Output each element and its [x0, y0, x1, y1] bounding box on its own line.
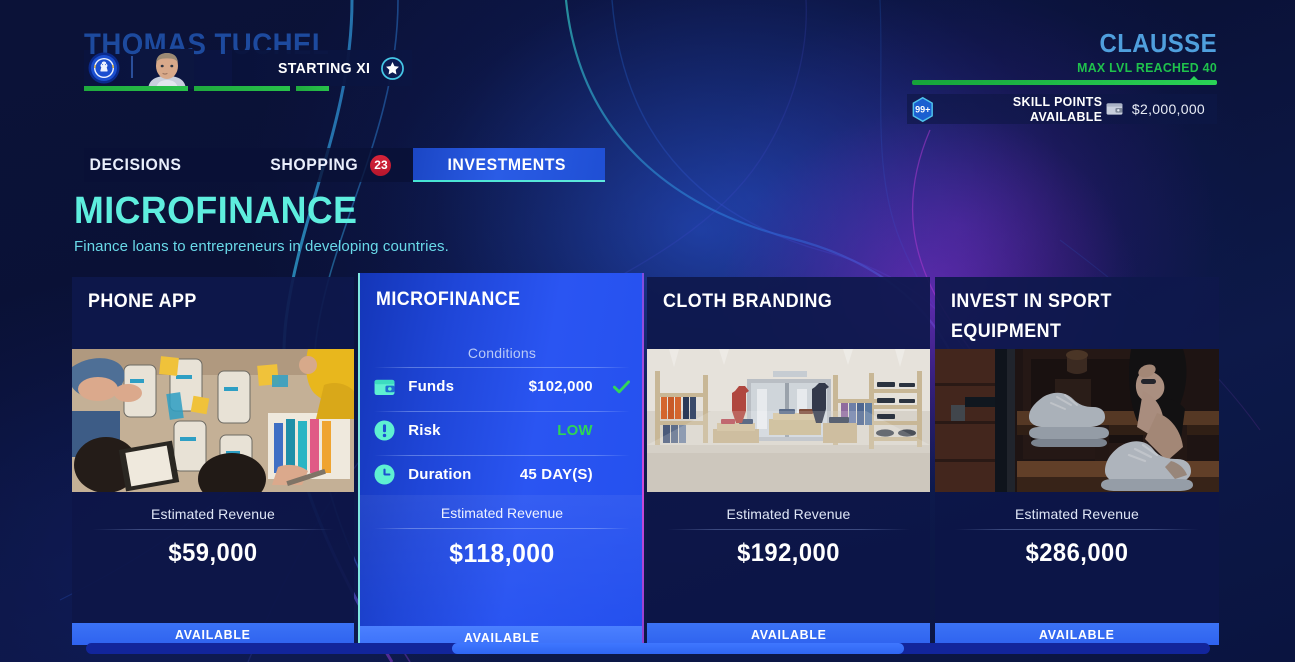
money-group: $2,000,000: [1106, 101, 1213, 117]
skill-points-badge-icon: 99+: [912, 96, 933, 122]
card-title: CLOTH BRANDING: [663, 291, 833, 312]
status-label: AVAILABLE: [750, 626, 827, 642]
top-bar: THOMAS TUCHEL STARTING XI CLAUSSE MAX LV…: [0, 0, 1295, 124]
form-segments: [84, 86, 329, 91]
card-title: PHONE APP: [88, 291, 197, 312]
card-header: PHONE APP: [72, 277, 354, 349]
revenue-value: $59,000: [168, 539, 258, 567]
coach-portrait: [140, 49, 194, 89]
revenue-value: $192,000: [737, 539, 840, 567]
starting-xi-chip[interactable]: STARTING XI: [232, 50, 412, 86]
condition-value: $102,000: [528, 378, 593, 395]
star-icon: [381, 56, 404, 80]
investment-card-list: PHONE APP Estimated Revenue $59,000 AVAI…: [0, 273, 1295, 649]
chelsea-crest-icon: [88, 52, 120, 84]
tab-label: SHOPPING: [270, 155, 359, 174]
card-body: Estimated Revenue $286,000: [935, 492, 1219, 623]
ux-design-workshop-photo: [72, 349, 354, 492]
tab-shopping[interactable]: SHOPPING 23: [244, 148, 414, 182]
conditions-title: Conditions: [467, 345, 537, 361]
page-subtitle: Finance loans to entrepreneurs in develo…: [74, 238, 449, 255]
condition-name: Duration: [408, 466, 472, 483]
status-line: 99+ SKILL POINTS AVAILABLE $2,000,000: [907, 94, 1217, 124]
card-status-footer[interactable]: AVAILABLE: [647, 623, 930, 645]
divider: [91, 529, 335, 530]
revenue-label: Estimated Revenue: [1015, 506, 1139, 522]
investment-card-cloth-branding[interactable]: CLOTH BRANDING Estimated Revenue $192,00…: [647, 277, 930, 645]
divider: [954, 529, 1200, 530]
status-label: AVAILABLE: [175, 626, 251, 642]
revenue-label: Estimated Revenue: [151, 506, 275, 522]
status-label: AVAILABLE: [1039, 626, 1115, 642]
main-tabs: DECISIONS SHOPPING 23 INVESTMENTS: [84, 148, 605, 182]
card-status-footer[interactable]: AVAILABLE: [935, 623, 1219, 645]
card-header: INVEST IN SPORT EQUIPMENT: [935, 277, 1219, 349]
divider: [374, 528, 630, 529]
level-progress-bar: [912, 80, 1217, 85]
risk-icon: [374, 420, 395, 441]
level-progress-marker: [1189, 76, 1199, 81]
investment-card-microfinance[interactable]: MICROFINANCE Conditions Funds $102,000 R…: [358, 273, 644, 649]
tab-investments[interactable]: INVESTMENTS: [413, 148, 605, 182]
wallet-icon: [374, 379, 395, 395]
sneakers-on-steps-photo: [935, 349, 1219, 492]
horizontal-scrollbar-thumb[interactable]: [452, 643, 904, 654]
condition-value: 45 DAY(S): [519, 466, 593, 483]
investment-card-phone-app[interactable]: PHONE APP Estimated Revenue $59,000 AVAI…: [72, 277, 354, 645]
card-body: Estimated Revenue $59,000: [72, 492, 354, 623]
card-title: MICROFINANCE: [376, 289, 521, 310]
condition-name: Funds: [408, 378, 455, 395]
tab-decisions[interactable]: DECISIONS: [84, 148, 245, 182]
clock-icon: [374, 464, 395, 485]
tab-label: DECISIONS: [89, 155, 182, 174]
money-value: $2,000,000: [1131, 101, 1205, 117]
shopping-badge: 23: [370, 154, 392, 176]
skill-points-group[interactable]: 99+ SKILL POINTS AVAILABLE: [911, 94, 1106, 124]
investment-card-sport-equipment[interactable]: INVEST IN SPORT EQUIPMENT Estimated Reve…: [935, 277, 1219, 645]
condition-check-icon: [612, 379, 630, 394]
player-level-info: CLAUSSE MAX LVL REACHED 40 99+ SKILL POI…: [887, 28, 1217, 124]
max-level-label: MAX LVL REACHED 40: [1077, 60, 1217, 75]
card-status-footer[interactable]: AVAILABLE: [72, 623, 354, 645]
card-body: Estimated Revenue $118,000: [360, 495, 644, 627]
game-screen: THOMAS TUCHEL STARTING XI CLAUSSE MAX LV…: [0, 0, 1295, 662]
revenue-label: Estimated Revenue: [440, 505, 564, 521]
wallet-icon: [1106, 103, 1123, 115]
form-segment: [194, 86, 290, 91]
coach-info[interactable]: THOMAS TUCHEL STARTING XI: [84, 28, 412, 91]
condition-row-risk: Risk LOW: [374, 412, 630, 449]
player-name: CLAUSSE: [1099, 28, 1217, 58]
revenue-label: Estimated Revenue: [726, 506, 851, 522]
condition-name: Risk: [408, 422, 441, 439]
svg-text:99+: 99+: [915, 104, 930, 114]
condition-row-duration: Duration 45 DAY(S): [374, 456, 630, 493]
divider: [666, 529, 911, 530]
card-title: INVEST IN SPORT EQUIPMENT: [951, 291, 1112, 342]
skill-points-label: SKILL POINTS AVAILABLE: [1012, 94, 1102, 124]
page-title: MICROFINANCE: [74, 190, 358, 232]
tab-label: INVESTMENTS: [447, 155, 567, 174]
condition-row-funds: Funds $102,000: [374, 368, 630, 405]
card-header: MICROFINANCE: [360, 273, 644, 337]
form-segment: [84, 86, 188, 91]
form-segment: [296, 86, 329, 91]
card-header: CLOTH BRANDING: [647, 277, 930, 349]
revenue-value: $118,000: [449, 538, 555, 568]
clothing-store-interior-photo: [647, 349, 930, 492]
condition-value: LOW: [557, 422, 593, 439]
starting-xi-label: STARTING XI: [277, 59, 371, 77]
revenue-value: $286,000: [1025, 539, 1129, 567]
divider: [131, 56, 133, 78]
card-body: Estimated Revenue $192,000: [647, 492, 930, 623]
